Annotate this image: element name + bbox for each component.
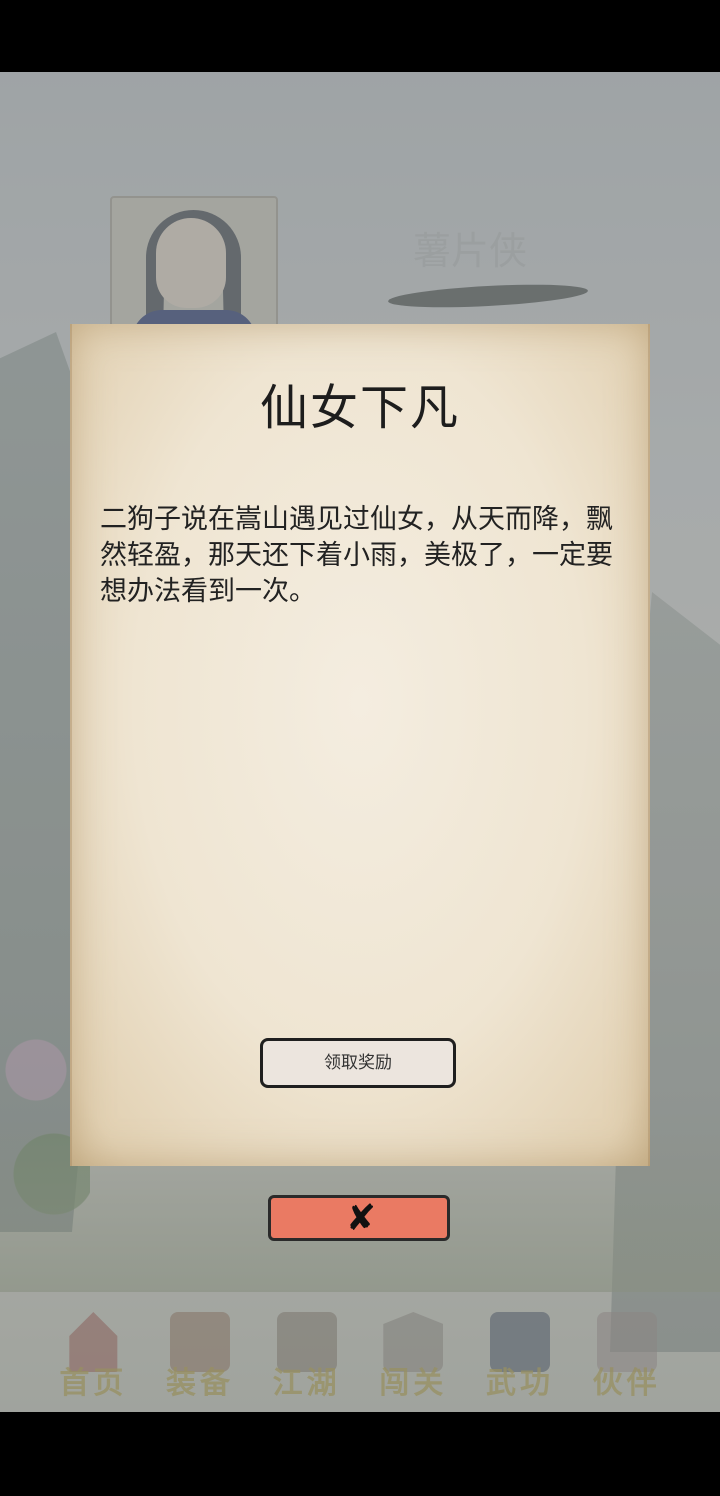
dialog-body-text: 二狗子说在嵩山遇见过仙女，从天而降，飘然轻盈，那天还下着小雨，美极了，一定要想办… (100, 504, 613, 607)
event-dialog: 仙女下凡 二狗子说在嵩山遇见过仙女，从天而降，飘然轻盈，那天还下着小雨，美极了，… (70, 324, 650, 1166)
claim-reward-button[interactable]: 领取奖励 (260, 1038, 456, 1088)
game-screen: 薯片侠 首页 装备 江湖 闯关 武功 伙伴 仙女下凡 二狗子说在嵩山遇见过仙女，… (0, 72, 720, 1412)
close-button[interactable]: ✘ (268, 1195, 450, 1241)
dialog-title: 仙女下凡 (259, 380, 460, 436)
close-icon: ✘ (345, 1198, 377, 1239)
